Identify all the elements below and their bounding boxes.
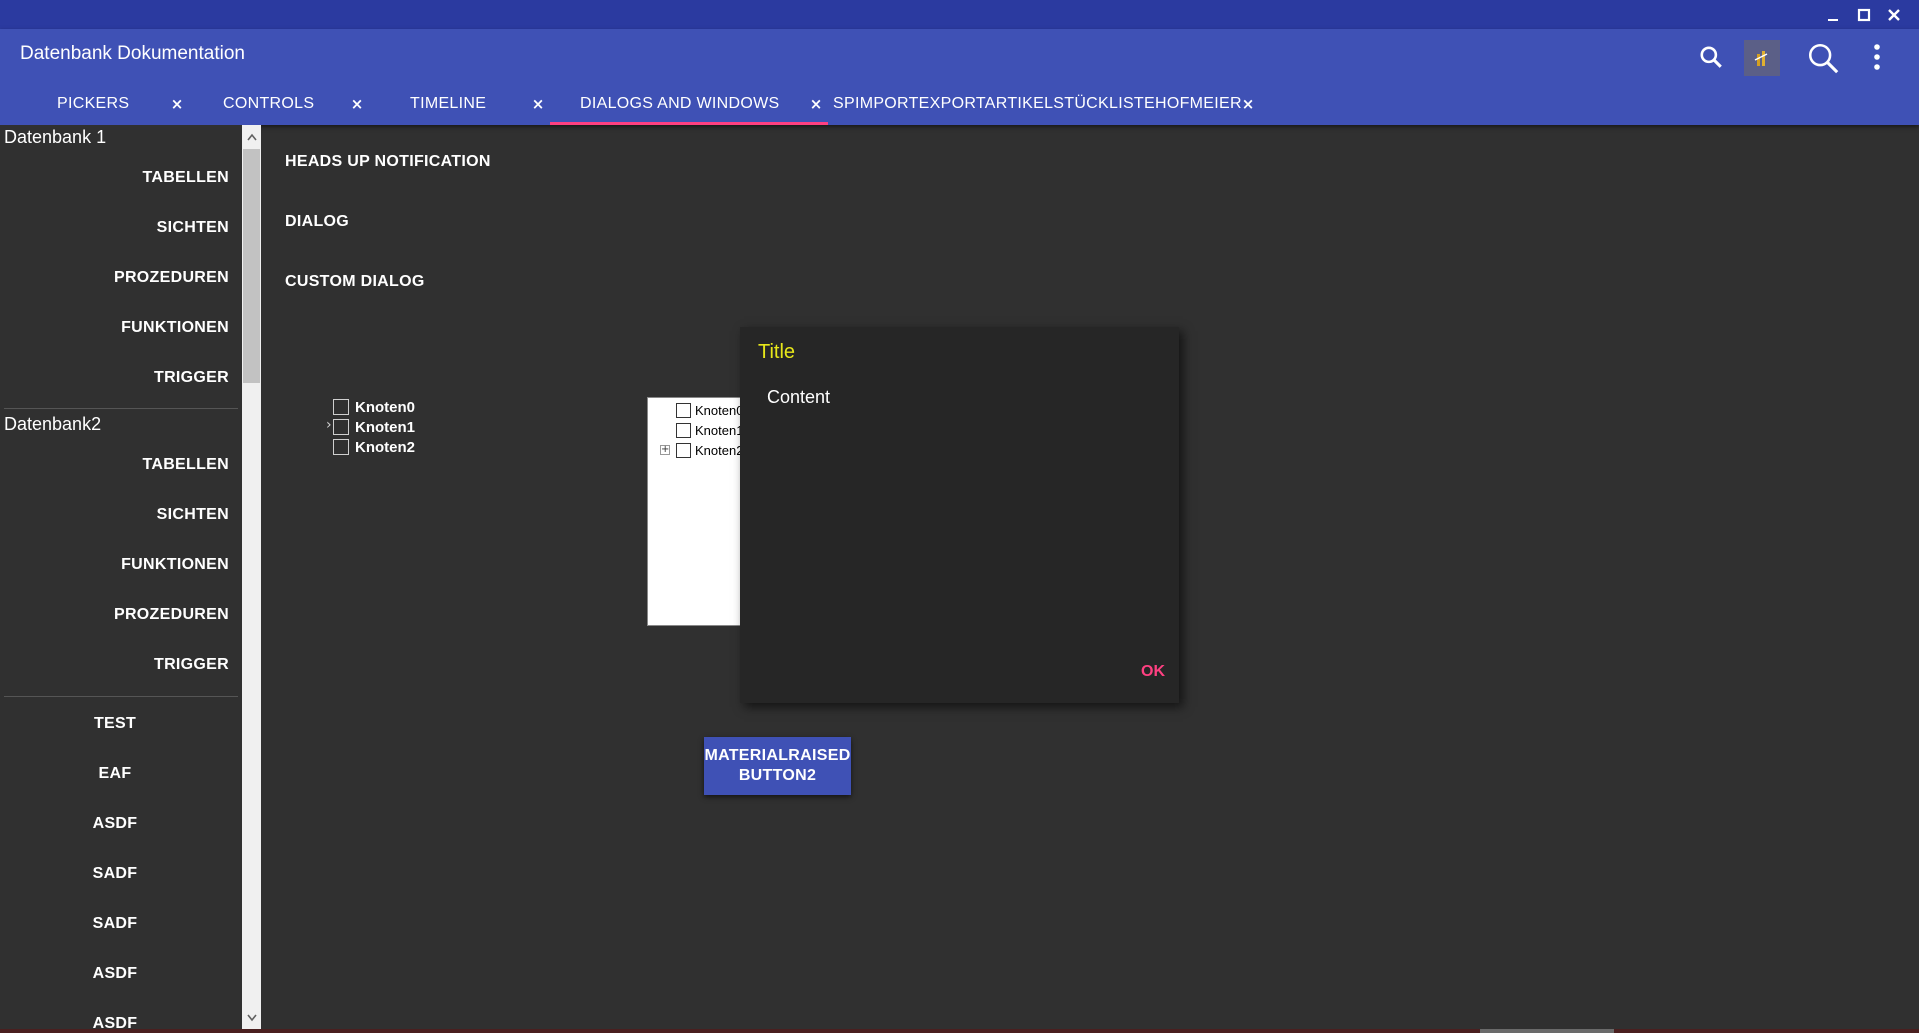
tree-item[interactable]: Knoten1: [676, 420, 741, 440]
tree-item[interactable]: Knoten2: [676, 440, 741, 460]
heads-up-notification-button[interactable]: HEADS UP NOTIFICATION: [285, 142, 491, 182]
search-icon[interactable]: [1691, 37, 1731, 77]
sidebar-group-header: Datenbank 1: [4, 127, 107, 147]
tab-spimportexport[interactable]: SPIMPORTEXPORTARTIKELSTÜCKLISTEHOFMEIER: [833, 83, 1242, 125]
sidebar-item-sadf[interactable]: SADF: [0, 854, 230, 894]
tree-item-label: Knoten2: [355, 438, 415, 456]
sidebar-item-prozeduren[interactable]: PROZEDUREN: [114, 258, 229, 298]
sidebar: Datenbank 1 TABELLEN SICHTEN PROZEDUREN …: [0, 125, 242, 1033]
winforms-tree-view[interactable]: Knoten0 Knoten1 + Knoten2: [647, 397, 741, 626]
material-raised-button[interactable]: MATERIALRAISED BUTTON2: [704, 737, 851, 795]
tab-close-icon[interactable]: ×: [806, 83, 826, 125]
maximize-icon[interactable]: [1853, 4, 1875, 26]
search-large-icon[interactable]: [1802, 37, 1844, 79]
custom-dialog-button[interactable]: CUSTOM DIALOG: [285, 262, 425, 302]
tree-item-label: Knoten1: [695, 422, 741, 438]
tab-pickers[interactable]: PICKERS: [57, 83, 129, 125]
dialog-button[interactable]: DIALOG: [285, 202, 349, 242]
sidebar-item-tabellen[interactable]: TABELLEN: [142, 158, 229, 198]
tree-item[interactable]: Knoten1: [333, 417, 415, 437]
sidebar-item-prozeduren[interactable]: PROZEDUREN: [114, 595, 229, 635]
sidebar-item-test[interactable]: TEST: [0, 704, 230, 744]
tree-checkbox[interactable]: [676, 442, 691, 458]
tab-close-icon[interactable]: ×: [528, 83, 548, 125]
expand-plus-icon[interactable]: +: [660, 445, 670, 455]
sidebar-item-trigger[interactable]: TRIGGER: [154, 645, 229, 685]
dialog-ok-button[interactable]: OK: [1141, 663, 1165, 681]
scrollbar-thumb[interactable]: [243, 149, 260, 383]
tree-checkbox[interactable]: [333, 419, 349, 435]
sidebar-divider: [4, 408, 238, 409]
sidebar-item-funktionen[interactable]: FUNKTIONEN: [121, 545, 229, 585]
sidebar-item-sichten[interactable]: SICHTEN: [157, 495, 229, 535]
tree-item-label: Knoten0: [355, 398, 415, 416]
tab-dialogs-and-windows[interactable]: DIALOGS AND WINDOWS: [580, 83, 780, 125]
sidebar-item-asdf[interactable]: ASDF: [0, 954, 230, 994]
sidebar-scrollbar[interactable]: [242, 125, 261, 1030]
sidebar-group-header: Datenbank2: [4, 414, 102, 434]
sidebar-item-sadf[interactable]: SADF: [0, 904, 230, 944]
tree-item-label: Knoten1: [355, 418, 415, 436]
tab-close-icon[interactable]: ×: [167, 83, 187, 125]
tree-item[interactable]: Knoten2: [333, 437, 415, 457]
tree-item-label: Knoten2: [695, 442, 741, 458]
dialog-title: Title: [758, 341, 796, 363]
app-bar: Datenbank Dokumentation PICKERS × CONTRO…: [0, 29, 1919, 125]
sidebar-item-tabellen[interactable]: TABELLEN: [142, 445, 229, 485]
tab-timeline[interactable]: TIMELINE: [410, 83, 486, 125]
tab-close-icon[interactable]: ×: [347, 83, 367, 125]
horizontal-scrollbar[interactable]: [0, 1029, 1919, 1033]
flash-icon[interactable]: [1744, 40, 1780, 76]
tree-checkbox[interactable]: [333, 439, 349, 455]
window-titlebar: [0, 0, 1919, 29]
scroll-up-icon[interactable]: [242, 127, 261, 147]
sidebar-divider: [4, 696, 238, 697]
sidebar-item-sichten[interactable]: SICHTEN: [157, 208, 229, 248]
tree-checkbox[interactable]: [676, 422, 691, 438]
sidebar-item-eaf[interactable]: EAF: [0, 754, 230, 794]
tree-checkbox[interactable]: [676, 402, 691, 418]
chevron-right-icon[interactable]: ›: [326, 417, 332, 433]
app-title: Datenbank Dokumentation: [20, 43, 245, 64]
tree-item[interactable]: Knoten0: [333, 397, 415, 417]
tab-close-icon[interactable]: ×: [1238, 83, 1258, 125]
sidebar-item-trigger[interactable]: TRIGGER: [154, 358, 229, 398]
horizontal-scrollbar-thumb[interactable]: [1480, 1029, 1614, 1033]
tree-item[interactable]: Knoten0: [676, 400, 741, 420]
more-vert-icon[interactable]: [1857, 37, 1897, 77]
sidebar-item-funktionen[interactable]: FUNKTIONEN: [121, 308, 229, 348]
close-icon[interactable]: [1883, 4, 1905, 26]
tab-bar: PICKERS × CONTROLS × TIMELINE × DIALOGS …: [0, 83, 1919, 125]
tab-indicator: [550, 122, 828, 125]
sidebar-item-asdf[interactable]: ASDF: [0, 804, 230, 844]
tab-controls[interactable]: CONTROLS: [223, 83, 314, 125]
dialog: Title Content OK: [740, 327, 1179, 703]
tree-item-label: Knoten0: [695, 402, 741, 418]
dialog-content: Content: [767, 387, 831, 407]
minimize-icon[interactable]: [1822, 4, 1844, 26]
scroll-down-icon[interactable]: [242, 1008, 261, 1028]
tree-checkbox[interactable]: [333, 399, 349, 415]
